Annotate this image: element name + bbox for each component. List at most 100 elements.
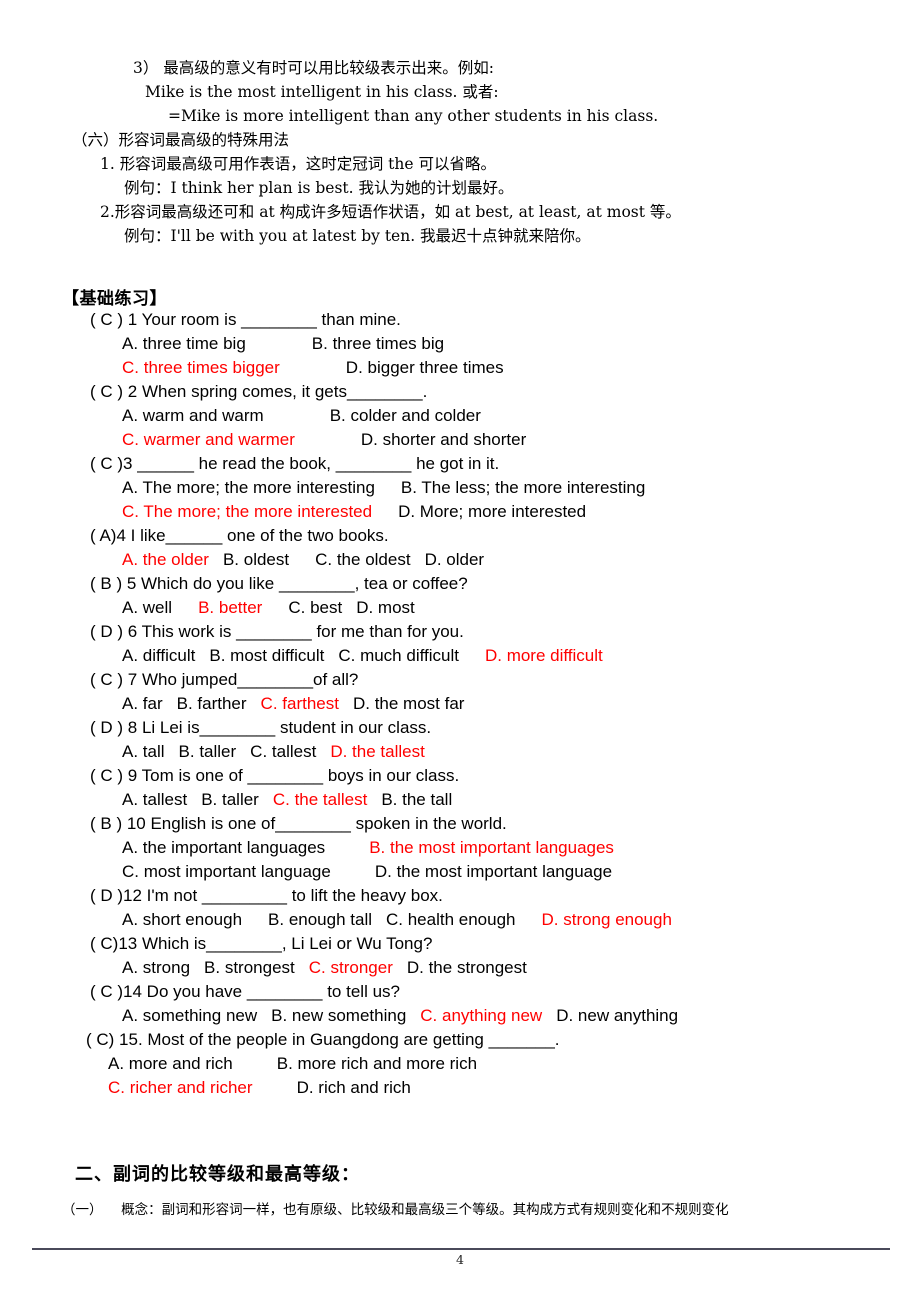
question-option-line: A. the important languages B. the most im… — [0, 836, 920, 860]
question-option: A. difficult — [122, 646, 196, 665]
grammar-line: Mike is the most intelligent in his clas… — [145, 83, 499, 101]
question-option-line: C. three times bigger D. bigger three tim… — [0, 356, 920, 380]
question-option: D. More; more interested — [398, 502, 587, 521]
question-option: B. taller — [201, 790, 259, 809]
question-option: C. the oldest — [315, 550, 411, 569]
question-option: C. best — [288, 598, 343, 617]
question-option-line: A. The more; the more interesting B. The … — [0, 476, 920, 500]
question-option: D. the most important language — [374, 862, 613, 881]
grammar-line: 例句：I'll be with you at latest by ten. 我最… — [124, 227, 591, 245]
question-option: B. taller — [178, 742, 237, 761]
question-option: C. farthest — [260, 694, 339, 713]
question-option: A. something new — [122, 1006, 258, 1025]
question-option: B. most difficult — [209, 646, 325, 665]
question-option: D. more difficult — [484, 646, 603, 665]
exercise-question-list: ( C ) 1 Your room is ________ than mine.… — [0, 308, 920, 1100]
grammar-line: 1. 形容词最高级可用作表语，这时定冠词 the 可以省略。 — [100, 155, 496, 173]
question-stem: ( D ) 6 This work is ________ for me tha… — [90, 622, 464, 641]
question-option: C. anything new — [420, 1006, 543, 1025]
question-option-line: A. three time big B. three times big — [0, 332, 920, 356]
grammar-line: 3） 最高级的意义有时可以用比较级表示出来。例如: — [133, 59, 495, 77]
section-two-paragraph-label: （一） — [62, 1202, 103, 1218]
question-stem: ( C ) 1 Your room is ________ than mine. — [90, 310, 401, 329]
section-two-paragraph: （一） 概念：副词和形容词一样，也有原级、比较级和最高级三个等级。其构成方式有规… — [62, 1200, 892, 1220]
question-option: C. health enough — [386, 910, 516, 929]
question-option: C. The more; the more interested — [122, 502, 373, 521]
question-option-line: A. difficult B. most difficult C. much dif… — [0, 644, 920, 668]
question-stem: ( B ) 10 English is one of________ spoke… — [90, 814, 507, 833]
grammar-line: =Mike is more intelligent than any other… — [168, 107, 659, 125]
question-option: C. warmer and warmer — [122, 430, 295, 449]
question-option: A. well — [122, 598, 173, 617]
question-option: A. The more; the more interesting — [122, 478, 375, 497]
question-option: D. bigger three times — [345, 358, 504, 377]
question-option: B. oldest — [222, 550, 290, 569]
question-option: A. tall — [122, 742, 165, 761]
question-stem: ( C ) 7 Who jumped________of all? — [90, 670, 359, 689]
question-option-line: A. more and rich B. more rich and more ri… — [0, 1052, 920, 1076]
question-option: D. the tallest — [330, 742, 425, 761]
question-option: D. the most far — [352, 694, 465, 713]
question-option-line: A. tallest B. taller C. the tallest B. the … — [0, 788, 920, 812]
question-option: A. the important languages — [122, 838, 326, 857]
question-option: D. strong enough — [541, 910, 672, 929]
question-option-line: A. the older B. oldest C. the oldest D. old… — [0, 548, 920, 572]
question-option: A. three time big — [122, 334, 246, 353]
question-option: B. colder and colder — [329, 406, 481, 425]
question-option: B. farther — [176, 694, 247, 713]
question-option: D. most — [356, 598, 415, 617]
question-option: C. stronger — [308, 958, 393, 977]
question-option: B. the tall — [381, 790, 453, 809]
question-option-line: C. warmer and warmer D. shorter and short… — [0, 428, 920, 452]
question-option: C. richer and richer — [108, 1078, 253, 1097]
question-stem: ( C) 15. Most of the people in Guangdong… — [86, 1030, 560, 1049]
question-stem: ( C )14 Do you have ________ to tell us? — [90, 982, 400, 1001]
question-option: B. new something — [271, 1006, 407, 1025]
question-option-line: A. far B. farther C. farthest D. the most f… — [0, 692, 920, 716]
question-stem: ( C )3 ______ he read the book, ________… — [90, 454, 500, 473]
question-option: A. more and rich — [108, 1054, 233, 1073]
question-option: C. the tallest — [272, 790, 368, 809]
exercise-section-heading: 【基础练习】 — [62, 289, 167, 309]
question-option: A. strong — [122, 958, 191, 977]
question-option: B. more rich and more rich — [276, 1054, 478, 1073]
question-option: B. better — [198, 598, 263, 617]
question-option-line: C. richer and richer D. rich and rich — [0, 1076, 920, 1100]
question-stem: ( A)4 I like______ one of the two books. — [90, 526, 389, 545]
page-number: 4 — [456, 1252, 464, 1267]
question-option-line: A. well B. better C. best D. most — [0, 596, 920, 620]
grammar-notes-block: 3） 最高级的意义有时可以用比较级表示出来。例如: Mike is the mos… — [0, 56, 920, 248]
question-option-line: A. tall B. taller C. tallest D. the tallest — [0, 740, 920, 764]
grammar-line: 2.形容词最高级还可和 at 构成许多短语作状语，如 at best, at l… — [100, 203, 681, 221]
question-stem: ( B ) 5 Which do you like ________, tea … — [90, 574, 468, 593]
question-option-line: A. strong B. strongest C. stronger D. the s… — [0, 956, 920, 980]
question-stem: ( D ) 8 Li Lei is________ student in our… — [90, 718, 432, 737]
question-option: D. new anything — [556, 1006, 679, 1025]
footer-divider — [32, 1248, 890, 1250]
question-option: A. warm and warm — [122, 406, 264, 425]
question-option-line: A. short enough B. enough tall C. health e… — [0, 908, 920, 932]
document-page: 3） 最高级的意义有时可以用比较级表示出来。例如: Mike is the mos… — [0, 0, 920, 1302]
question-option-line: A. something new B. new something C. anyth… — [0, 1004, 920, 1028]
question-option: C. three times bigger — [122, 358, 280, 377]
section-two-heading: 二、副词的比较等级和最高等级： — [75, 1164, 360, 1185]
question-option: A. the older — [122, 550, 209, 569]
section-two-paragraph-text: 概念：副词和形容词一样，也有原级、比较级和最高级三个等级。其构成方式有规则变化和… — [121, 1202, 729, 1218]
question-option: D. older — [424, 550, 485, 569]
question-option-line: A. warm and warm B. colder and colder — [0, 404, 920, 428]
question-option: B. the most important languages — [369, 838, 614, 857]
grammar-line: 例句：I think her plan is best. 我认为她的计划最好。 — [124, 179, 514, 197]
question-option: B. The less; the more interesting — [400, 478, 646, 497]
question-option: B. strongest — [204, 958, 295, 977]
question-option: C. much difficult — [338, 646, 459, 665]
question-option: B. three times big — [311, 334, 445, 353]
question-option-line: C. most important language D. the most im… — [0, 860, 920, 884]
question-option: A. short enough — [122, 910, 243, 929]
question-option: C. tallest — [250, 742, 317, 761]
question-option: A. far — [122, 694, 163, 713]
question-stem: ( C ) 2 When spring comes, it gets______… — [90, 382, 428, 401]
question-option: D. rich and rich — [296, 1078, 411, 1097]
question-option: C. most important language — [122, 862, 331, 881]
question-option: B. enough tall — [268, 910, 372, 929]
question-option: A. tallest — [122, 790, 188, 809]
